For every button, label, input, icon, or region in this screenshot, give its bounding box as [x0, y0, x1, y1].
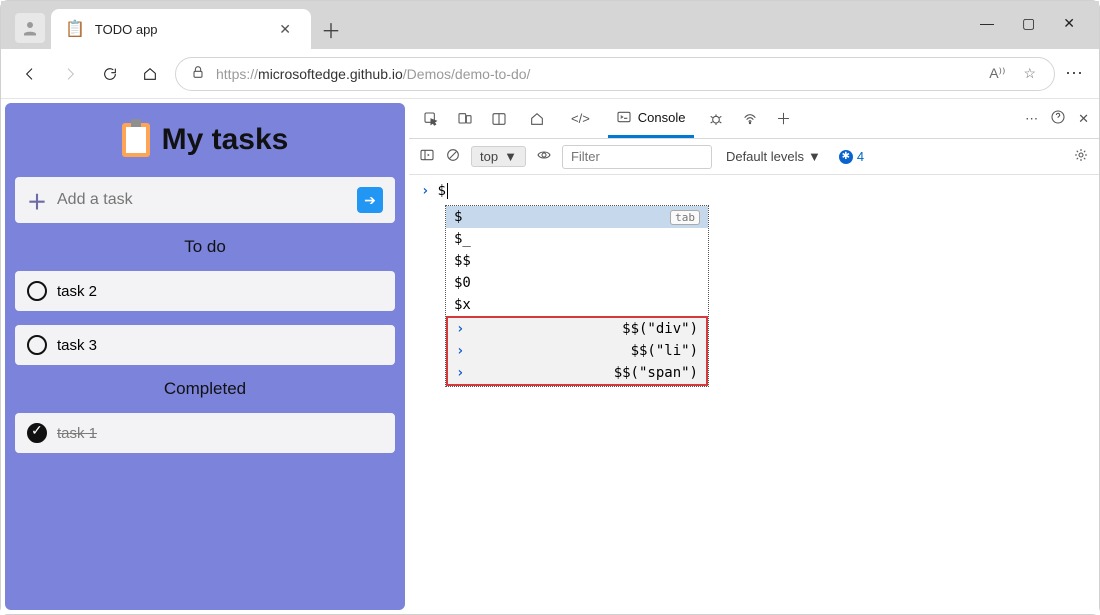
log-levels-selector[interactable]: Default levels ▼ [726, 149, 821, 164]
task-text: task 1 [57, 425, 97, 442]
task-text: task 3 [57, 337, 97, 354]
task-text: task 2 [57, 283, 97, 300]
context-selector[interactable]: top ▼ [471, 146, 526, 167]
todo-section-label: To do [15, 237, 395, 257]
url-field[interactable]: https://microsoftedge.github.io/Demos/de… [175, 57, 1055, 91]
live-expression-icon[interactable] [536, 147, 552, 166]
add-task-input[interactable] [57, 191, 347, 209]
completed-section-label: Completed [15, 379, 395, 399]
close-window-icon[interactable]: ✕ [1063, 15, 1075, 32]
maximize-icon[interactable]: ▢ [1022, 15, 1035, 32]
forward-button [55, 59, 85, 89]
toggle-sidebar-icon[interactable] [419, 147, 435, 166]
submit-task-button[interactable]: ➔ [357, 187, 383, 213]
app-title: My tasks [15, 113, 395, 163]
browser-tab[interactable]: 📋 TODO app ✕ [51, 9, 311, 49]
prompt-caret-icon: › [421, 183, 429, 199]
tab-close-icon[interactable]: ✕ [273, 19, 297, 40]
device-icon[interactable] [453, 111, 477, 127]
clear-console-icon[interactable] [445, 147, 461, 166]
suggestion-item[interactable]: $x [446, 294, 708, 316]
lock-icon [190, 64, 206, 83]
tab-key-hint: tab [670, 210, 700, 225]
history-item[interactable]: ›$$("div") [448, 316, 706, 340]
issues-counter[interactable]: ✱4 [839, 149, 864, 164]
console-body: › $ $ tab $_ $$ $0 $x ›$$("div") ›$$("li… [409, 175, 1099, 614]
tab-welcome[interactable] [521, 99, 553, 138]
add-task-row: ＋ ➔ [15, 177, 395, 223]
console-settings-icon[interactable] [1073, 147, 1089, 166]
task-item-completed[interactable]: task 1 [15, 413, 395, 453]
autocomplete-popup: $ tab $_ $$ $0 $x ›$$("div") ›$$("li") ›… [445, 205, 709, 387]
suggestion-item[interactable]: $0 [446, 272, 708, 294]
profile-button[interactable] [15, 13, 45, 43]
help-icon[interactable] [1050, 109, 1066, 128]
clipboard-icon [122, 123, 150, 157]
devtools-more-icon[interactable]: ⋯ [1025, 111, 1038, 127]
read-aloud-icon[interactable]: A⁾⁾ [985, 65, 1009, 82]
devtools-tabbar: </> Console ＋ ⋯ ✕ [409, 99, 1099, 139]
new-tab-button[interactable]: ＋ [311, 9, 351, 49]
window-controls: — ▢ ✕ [980, 1, 1099, 46]
url-text: https://microsoftedge.github.io/Demos/de… [216, 66, 530, 82]
home-button[interactable] [135, 59, 165, 89]
suggestion-item[interactable]: $ tab [446, 206, 708, 228]
plus-icon: ＋ [27, 186, 47, 215]
task-item[interactable]: task 3 [15, 325, 395, 365]
task-item[interactable]: task 2 [15, 271, 395, 311]
console-prompt[interactable]: › $ [409, 175, 1099, 207]
more-tabs-icon[interactable]: ＋ [772, 108, 796, 129]
task-checkbox[interactable] [27, 281, 47, 301]
tab-elements[interactable]: </> [563, 99, 598, 138]
history-item[interactable]: ›$$("li") [448, 340, 706, 362]
console-filter-input[interactable] [562, 145, 712, 169]
devtools-panel: </> Console ＋ ⋯ ✕ top ▼ Default levels ▼… [409, 99, 1099, 614]
suggestion-item[interactable]: $_ [446, 228, 708, 250]
todo-app: My tasks ＋ ➔ To do task 2 task 3 Complet… [5, 103, 405, 610]
task-checkbox-checked[interactable] [27, 423, 47, 443]
devtools-close-icon[interactable]: ✕ [1078, 111, 1089, 127]
tab-console[interactable]: Console [608, 99, 694, 138]
inspect-icon[interactable] [419, 111, 443, 127]
content-area: My tasks ＋ ➔ To do task 2 task 3 Complet… [1, 99, 1099, 614]
history-item[interactable]: ›$$("span") [448, 362, 706, 384]
console-toolbar: top ▼ Default levels ▼ ✱4 [409, 139, 1099, 175]
back-button[interactable] [15, 59, 45, 89]
network-conditions-icon[interactable] [738, 111, 762, 127]
history-suggestions: ›$$("div") ›$$("li") ›$$("span") [446, 316, 708, 386]
bug-icon[interactable] [704, 111, 728, 127]
titlebar: 📋 TODO app ✕ ＋ — ▢ ✕ [1, 1, 1099, 49]
tab-title: TODO app [95, 22, 263, 37]
task-checkbox[interactable] [27, 335, 47, 355]
suggestion-item[interactable]: $$ [446, 250, 708, 272]
refresh-button[interactable] [95, 59, 125, 89]
tab-favicon: 📋 [65, 19, 85, 39]
dock-icon[interactable] [487, 111, 511, 127]
console-input-text: $ [437, 183, 445, 199]
browser-menu-icon[interactable]: ⋯ [1065, 63, 1085, 84]
address-bar: https://microsoftedge.github.io/Demos/de… [1, 49, 1099, 99]
minimize-icon[interactable]: — [980, 15, 994, 32]
favorite-icon[interactable]: ☆ [1019, 65, 1040, 82]
